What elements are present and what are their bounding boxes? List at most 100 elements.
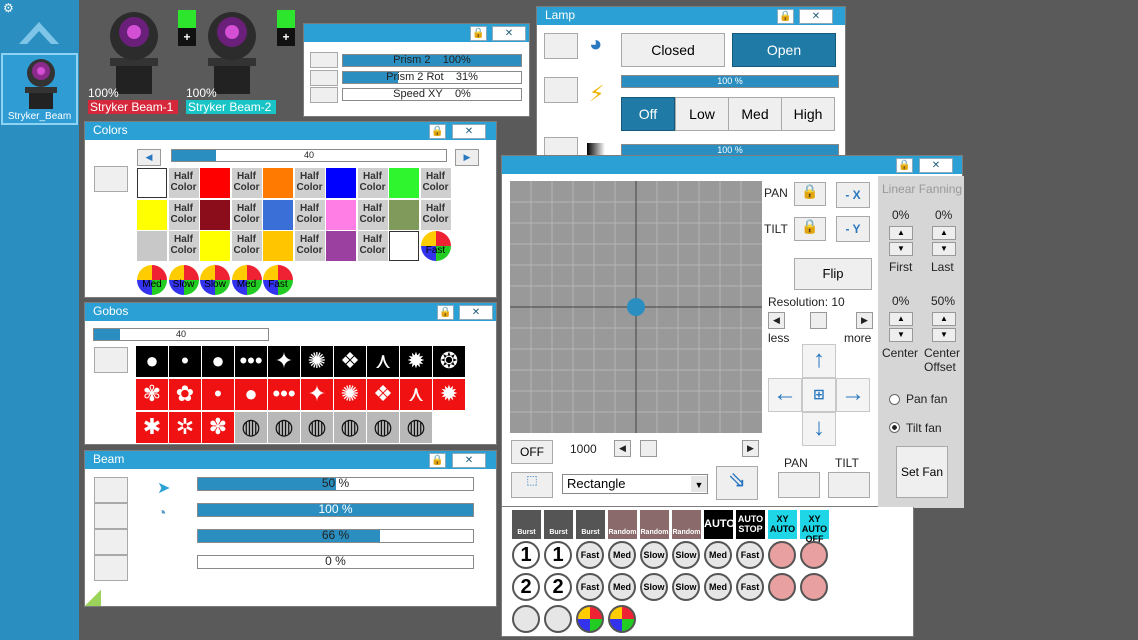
color-wheel-fast-icon[interactable]: Fast (420, 231, 451, 261)
half-color-chip[interactable]: Half Color (231, 231, 262, 261)
burst-effect-button[interactable]: Burst (544, 510, 573, 539)
center-down-icon[interactable]: ▼ (889, 328, 913, 342)
beam-toggle-2[interactable] (94, 503, 128, 529)
half-color-chip[interactable]: Half Color (231, 168, 262, 198)
half-color-chip[interactable]: Half Color (357, 168, 388, 198)
close-icon[interactable]: ✕ (452, 453, 486, 468)
gobo-icon[interactable]: ❖ (367, 379, 399, 410)
color-wheel-speed-icon[interactable]: Med (231, 265, 262, 295)
half-color-chip[interactable]: Half Color (357, 199, 388, 230)
chase-effect-button[interactable]: 1 (512, 541, 540, 569)
color-chip[interactable] (389, 231, 419, 261)
beam-bar-1[interactable]: 50 % (197, 477, 474, 491)
arrow-up-icon[interactable]: ↑ (802, 344, 836, 378)
color-wheel-icon[interactable] (576, 605, 604, 633)
prism-bar[interactable]: Prism 2 100% (342, 54, 522, 67)
lock-icon[interactable]: 🔒 (777, 9, 794, 24)
last-down-icon[interactable]: ▼ (932, 242, 956, 256)
gobo-rotate-icon[interactable]: ◍ (334, 412, 366, 443)
lamp-high-button[interactable]: High (781, 97, 835, 131)
chase-effect-button[interactable]: Fast (736, 541, 764, 569)
color-chip[interactable] (326, 168, 356, 198)
resize-grip-icon[interactable] (85, 590, 101, 606)
lock-icon[interactable]: 🔒 (896, 158, 913, 173)
set-fan-button[interactable]: Set Fan (896, 446, 948, 498)
minus-y-button[interactable]: - Y (836, 216, 870, 242)
half-color-chip[interactable]: Half Color (294, 231, 325, 261)
chase-effect-button[interactable]: 2 (544, 573, 572, 601)
beam-bar-4[interactable]: 0 % (197, 555, 474, 569)
beam-toggle-1[interactable] (94, 477, 128, 503)
fixture-2[interactable]: 100% Stryker Beam-2 (186, 8, 278, 116)
gobo-icon[interactable]: ● (136, 346, 168, 377)
chase-effect-button[interactable] (768, 541, 796, 569)
burst-effect-button[interactable]: Random (640, 510, 669, 539)
chase-effect-button[interactable]: Slow (672, 573, 700, 601)
prism-rot-bar[interactable]: Prism 2 Rot 31% (342, 71, 522, 84)
gobo-rotate-icon[interactable]: ◍ (235, 412, 267, 443)
auto-effect-button[interactable]: XY AUTO OFF (800, 510, 829, 544)
lock-icon[interactable]: 🔒 (437, 305, 454, 320)
gobo-icon[interactable]: • (169, 346, 201, 377)
gobo-icon[interactable]: ✿ (169, 379, 201, 410)
chase-effect-button[interactable]: Slow (672, 541, 700, 569)
chase-effect-button[interactable]: Slow (640, 573, 668, 601)
burst-effect-button[interactable]: Burst (576, 510, 605, 539)
chase-effect-button[interactable] (800, 573, 828, 601)
chase-effect-button[interactable]: Med (704, 573, 732, 601)
resolution-slider-thumb[interactable] (810, 312, 827, 329)
offset-up-icon[interactable]: ▲ (932, 312, 956, 326)
close-icon[interactable]: ✕ (919, 158, 953, 173)
chase-effect-button[interactable]: Med (608, 541, 636, 569)
half-color-chip[interactable]: Half Color (294, 168, 325, 198)
gear-icon[interactable]: ⚙ (3, 2, 14, 14)
color-wheel-speed-icon[interactable]: Fast (263, 265, 293, 295)
xy-pad[interactable] (510, 181, 762, 433)
color-chip[interactable] (326, 231, 356, 261)
lamp-bar-1[interactable]: 100 % (621, 75, 839, 88)
pan-lock-icon[interactable]: 🔒 (794, 182, 826, 206)
color-chip[interactable] (389, 199, 419, 230)
gobo-icon[interactable]: ❂ (433, 346, 465, 377)
half-color-chip[interactable]: Half Color (357, 231, 388, 261)
colors-left-arrow-icon[interactable]: ◀ (137, 149, 161, 166)
gobo-icon[interactable]: ••• (235, 346, 267, 377)
chase-effect-button[interactable]: Med (704, 541, 732, 569)
gobo-icon[interactable]: ● (235, 379, 267, 410)
shutter-toggle-button[interactable] (544, 33, 578, 59)
first-up-icon[interactable]: ▲ (889, 226, 913, 240)
gobo-icon[interactable]: ✺ (301, 346, 333, 377)
resolution-less-arrow-icon[interactable]: ◀ (768, 312, 785, 329)
gobo-rotate-icon[interactable]: ◍ (367, 412, 399, 443)
arrow-right-icon[interactable]: → (836, 378, 870, 412)
color-wheel-speed-icon[interactable]: Slow (200, 265, 230, 295)
color-chip[interactable] (200, 168, 230, 198)
center-icon[interactable]: ⊞ (802, 378, 836, 412)
tilt-fan-radio[interactable] (889, 422, 900, 433)
gobo-icon[interactable]: ••• (268, 379, 300, 410)
color-chip[interactable] (200, 199, 230, 230)
gobo-rotate-icon[interactable]: ◍ (400, 412, 432, 443)
gobo-rotate-icon[interactable]: ✽ (202, 412, 234, 443)
gobo-icon[interactable]: ✾ (136, 379, 168, 410)
color-chip[interactable] (263, 199, 293, 230)
closed-button[interactable]: Closed (621, 33, 725, 67)
chase-effect-button[interactable]: Fast (736, 573, 764, 601)
pan-output-button[interactable] (778, 472, 820, 498)
arrow-down-icon[interactable]: ↓ (802, 412, 836, 446)
chase-effect-button[interactable]: Slow (640, 541, 668, 569)
chase-effect-button[interactable]: Fast (576, 541, 604, 569)
gobo-icon[interactable]: ● (202, 346, 234, 377)
chevron-down-icon[interactable]: ▼ (691, 476, 707, 492)
prism-rot-toggle-button[interactable] (310, 70, 338, 86)
speed-xy-bar[interactable]: Speed XY 0% (342, 88, 522, 101)
color-wheel-speed-icon[interactable]: Slow (168, 265, 199, 295)
swap-icon[interactable]: ⇘ (716, 466, 758, 500)
none-effect-button[interactable] (544, 605, 572, 633)
select-area-icon[interactable]: ⬚ (511, 472, 553, 498)
close-icon[interactable]: ✕ (799, 9, 833, 24)
last-up-icon[interactable]: ▲ (932, 226, 956, 240)
gobo-icon[interactable]: ⋏ (400, 379, 432, 410)
arrow-left-icon[interactable]: ← (768, 378, 802, 412)
color-chip[interactable] (137, 168, 167, 198)
